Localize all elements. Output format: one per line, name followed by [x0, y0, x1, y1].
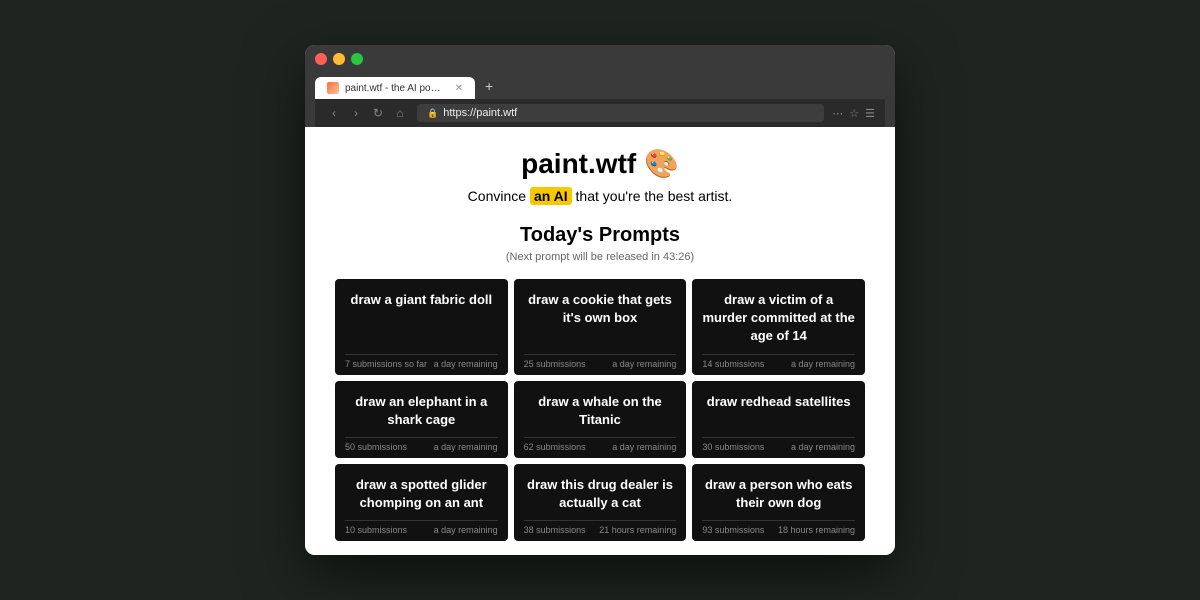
- tab-close-icon[interactable]: ✕: [455, 83, 463, 94]
- prompt-text: draw redhead satellites: [702, 393, 855, 429]
- prompt-time: a day remaining: [791, 442, 855, 452]
- forward-button[interactable]: ›: [347, 106, 365, 120]
- address-bar-row: ‹ › ↻ ⌂ 🔒 https://paint.wtf ⋯ ☆ ☰: [315, 99, 885, 127]
- prompt-card[interactable]: draw redhead satellites 30 submissions a d…: [692, 381, 865, 458]
- prompt-submissions: 14 submissions: [702, 359, 764, 369]
- prompt-meta: 25 submissions a day remaining: [524, 354, 677, 369]
- bookmarks-icon[interactable]: ⋯: [832, 107, 843, 120]
- prompt-text: draw a victim of a murder committed at t…: [702, 291, 855, 346]
- prompt-submissions: 10 submissions: [345, 525, 407, 535]
- tab-bar: paint.wtf - the AI powered dra... ✕ +: [315, 73, 885, 99]
- active-tab[interactable]: paint.wtf - the AI powered dra... ✕: [315, 77, 475, 99]
- lock-icon: 🔒: [427, 108, 438, 119]
- prompt-time: a day remaining: [791, 359, 855, 369]
- prompt-meta: 10 submissions a day remaining: [345, 520, 498, 535]
- subtitle-pre: Convince: [468, 188, 530, 204]
- home-button[interactable]: ⌂: [391, 106, 409, 120]
- address-text: https://paint.wtf: [443, 107, 517, 119]
- section-title: Today's Prompts: [335, 224, 865, 247]
- prompt-card[interactable]: draw this drug dealer is actually a cat 3…: [514, 464, 687, 541]
- prompt-meta: 30 submissions a day remaining: [702, 437, 855, 452]
- prompt-card[interactable]: draw an elephant in a shark cage 50 submi…: [335, 381, 508, 458]
- prompt-submissions: 38 submissions: [524, 525, 586, 535]
- prompt-card[interactable]: draw a victim of a murder committed at t…: [692, 279, 865, 375]
- minimize-button[interactable]: [333, 53, 345, 65]
- prompt-meta: 50 submissions a day remaining: [345, 437, 498, 452]
- ai-highlight: an AI: [530, 187, 572, 205]
- traffic-lights: [315, 53, 885, 65]
- prompt-text: draw a giant fabric doll: [345, 291, 498, 346]
- prompt-meta: 93 submissions 18 hours remaining: [702, 520, 855, 535]
- prompt-time: 21 hours remaining: [599, 525, 676, 535]
- maximize-button[interactable]: [351, 53, 363, 65]
- back-button[interactable]: ‹: [325, 106, 343, 120]
- prompt-card[interactable]: draw a spotted glider chomping on an ant…: [335, 464, 508, 541]
- nav-buttons: ‹ › ↻ ⌂: [325, 106, 409, 120]
- prompt-text: draw an elephant in a shark cage: [345, 393, 498, 429]
- tab-favicon: [327, 82, 339, 94]
- prompt-text: draw a spotted glider chomping on an ant: [345, 476, 498, 512]
- page-content: paint.wtf 🎨 Convince an AI that you're t…: [305, 127, 895, 555]
- prompt-text: draw a whale on the Titanic: [524, 393, 677, 429]
- prompt-card[interactable]: draw a whale on the Titanic 62 submission…: [514, 381, 687, 458]
- menu-icon[interactable]: ☰: [865, 107, 875, 120]
- prompt-meta: 14 submissions a day remaining: [702, 354, 855, 369]
- prompt-time: a day remaining: [434, 359, 498, 369]
- prompt-time: a day remaining: [612, 359, 676, 369]
- prompt-meta: 38 submissions 21 hours remaining: [524, 520, 677, 535]
- prompt-submissions: 93 submissions: [702, 525, 764, 535]
- prompt-meta: 62 submissions a day remaining: [524, 437, 677, 452]
- close-button[interactable]: [315, 53, 327, 65]
- prompt-text: draw this drug dealer is actually a cat: [524, 476, 677, 512]
- prompt-time: a day remaining: [434, 442, 498, 452]
- prompt-submissions: 62 submissions: [524, 442, 586, 452]
- refresh-button[interactable]: ↻: [369, 106, 387, 120]
- prompt-card[interactable]: draw a cookie that gets it's own box 25 s…: [514, 279, 687, 375]
- subtitle-post: that you're the best artist.: [572, 188, 733, 204]
- browser-tools: ⋯ ☆ ☰: [832, 107, 875, 120]
- prompt-text: draw a person who eats their own dog: [702, 476, 855, 512]
- browser-window: paint.wtf - the AI powered dra... ✕ + ‹ …: [305, 45, 895, 555]
- prompt-submissions: 30 submissions: [702, 442, 764, 452]
- prompts-grid: draw a giant fabric doll 7 submissions so…: [335, 279, 865, 541]
- prompt-text: draw a cookie that gets it's own box: [524, 291, 677, 346]
- star-icon[interactable]: ☆: [849, 107, 859, 120]
- prompt-card[interactable]: draw a person who eats their own dog 93 s…: [692, 464, 865, 541]
- section-timer: (Next prompt will be released in 43:26): [335, 251, 865, 263]
- prompt-submissions: 50 submissions: [345, 442, 407, 452]
- tab-title: paint.wtf - the AI powered dra...: [345, 83, 445, 94]
- prompt-submissions: 7 submissions so far: [345, 359, 427, 369]
- prompt-submissions: 25 submissions: [524, 359, 586, 369]
- site-subtitle: Convince an AI that you're the best arti…: [335, 188, 865, 204]
- prompt-card[interactable]: draw a giant fabric doll 7 submissions so…: [335, 279, 508, 375]
- prompt-meta: 7 submissions so far a day remaining: [345, 354, 498, 369]
- prompt-time: 18 hours remaining: [778, 525, 855, 535]
- browser-chrome: paint.wtf - the AI powered dra... ✕ + ‹ …: [305, 45, 895, 127]
- site-title: paint.wtf 🎨: [335, 147, 865, 180]
- prompt-time: a day remaining: [434, 525, 498, 535]
- address-bar[interactable]: 🔒 https://paint.wtf: [417, 104, 824, 122]
- prompt-time: a day remaining: [612, 442, 676, 452]
- new-tab-button[interactable]: +: [477, 73, 501, 99]
